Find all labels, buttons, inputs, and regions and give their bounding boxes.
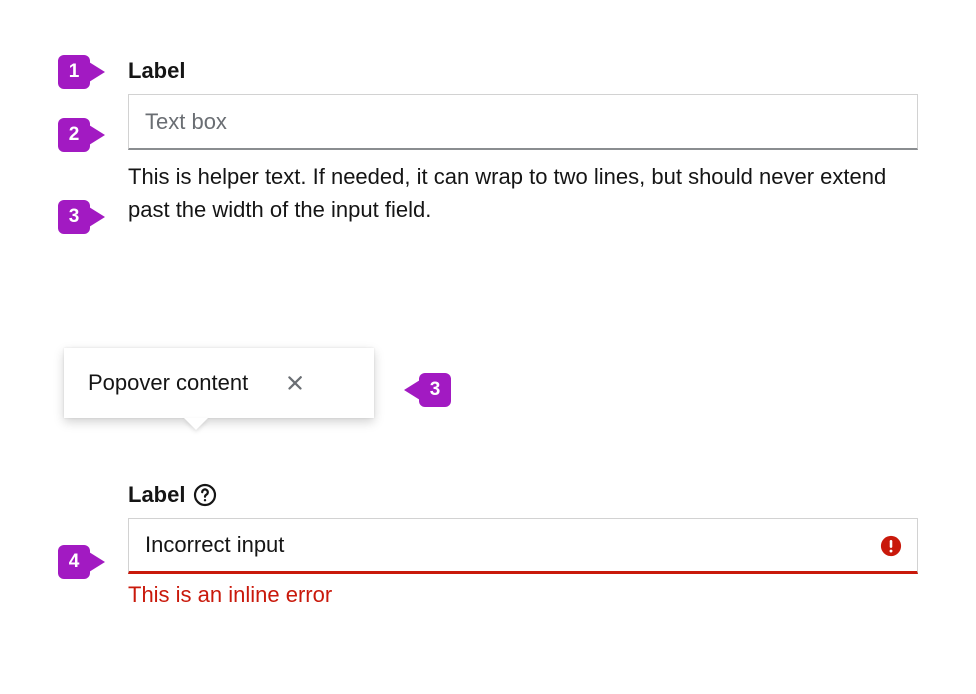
form-group-error: Label This is an inline error	[128, 482, 918, 608]
annotation-marker-arrow	[404, 380, 420, 400]
text-input-error[interactable]	[128, 518, 918, 574]
input-label: Label	[128, 58, 918, 84]
annotation-marker-2: 2	[58, 118, 105, 152]
input-label-with-help: Label	[128, 482, 918, 508]
error-icon	[880, 535, 902, 557]
form-group-basic: Label This is helper text. If needed, it…	[128, 58, 918, 226]
text-input[interactable]	[128, 94, 918, 150]
input-label-text: Label	[128, 58, 185, 84]
input-wrapper	[128, 94, 918, 150]
annotation-marker-number: 3	[419, 373, 451, 407]
input-label-text: Label	[128, 482, 185, 508]
error-text: This is an inline error	[128, 582, 918, 608]
popover-content: Popover content	[88, 370, 248, 396]
annotation-marker-3: 3	[58, 200, 105, 234]
annotation-marker-number: 4	[58, 545, 90, 579]
helper-text: This is helper text. If needed, it can w…	[128, 160, 918, 226]
annotation-marker-1: 1	[58, 55, 105, 89]
input-wrapper	[128, 518, 918, 574]
popover-caret	[184, 418, 208, 430]
annotation-marker-4: 4	[58, 545, 105, 579]
annotation-marker-number: 3	[58, 200, 90, 234]
popover: Popover content	[64, 348, 374, 418]
close-icon[interactable]	[284, 372, 306, 394]
annotation-marker-arrow	[89, 125, 105, 145]
annotation-marker-3-popover: 3	[404, 373, 451, 407]
annotation-marker-arrow	[89, 207, 105, 227]
annotation-marker-arrow	[89, 552, 105, 572]
annotation-marker-number: 1	[58, 55, 90, 89]
annotation-marker-arrow	[89, 62, 105, 82]
help-icon[interactable]	[193, 483, 217, 507]
annotation-marker-number: 2	[58, 118, 90, 152]
